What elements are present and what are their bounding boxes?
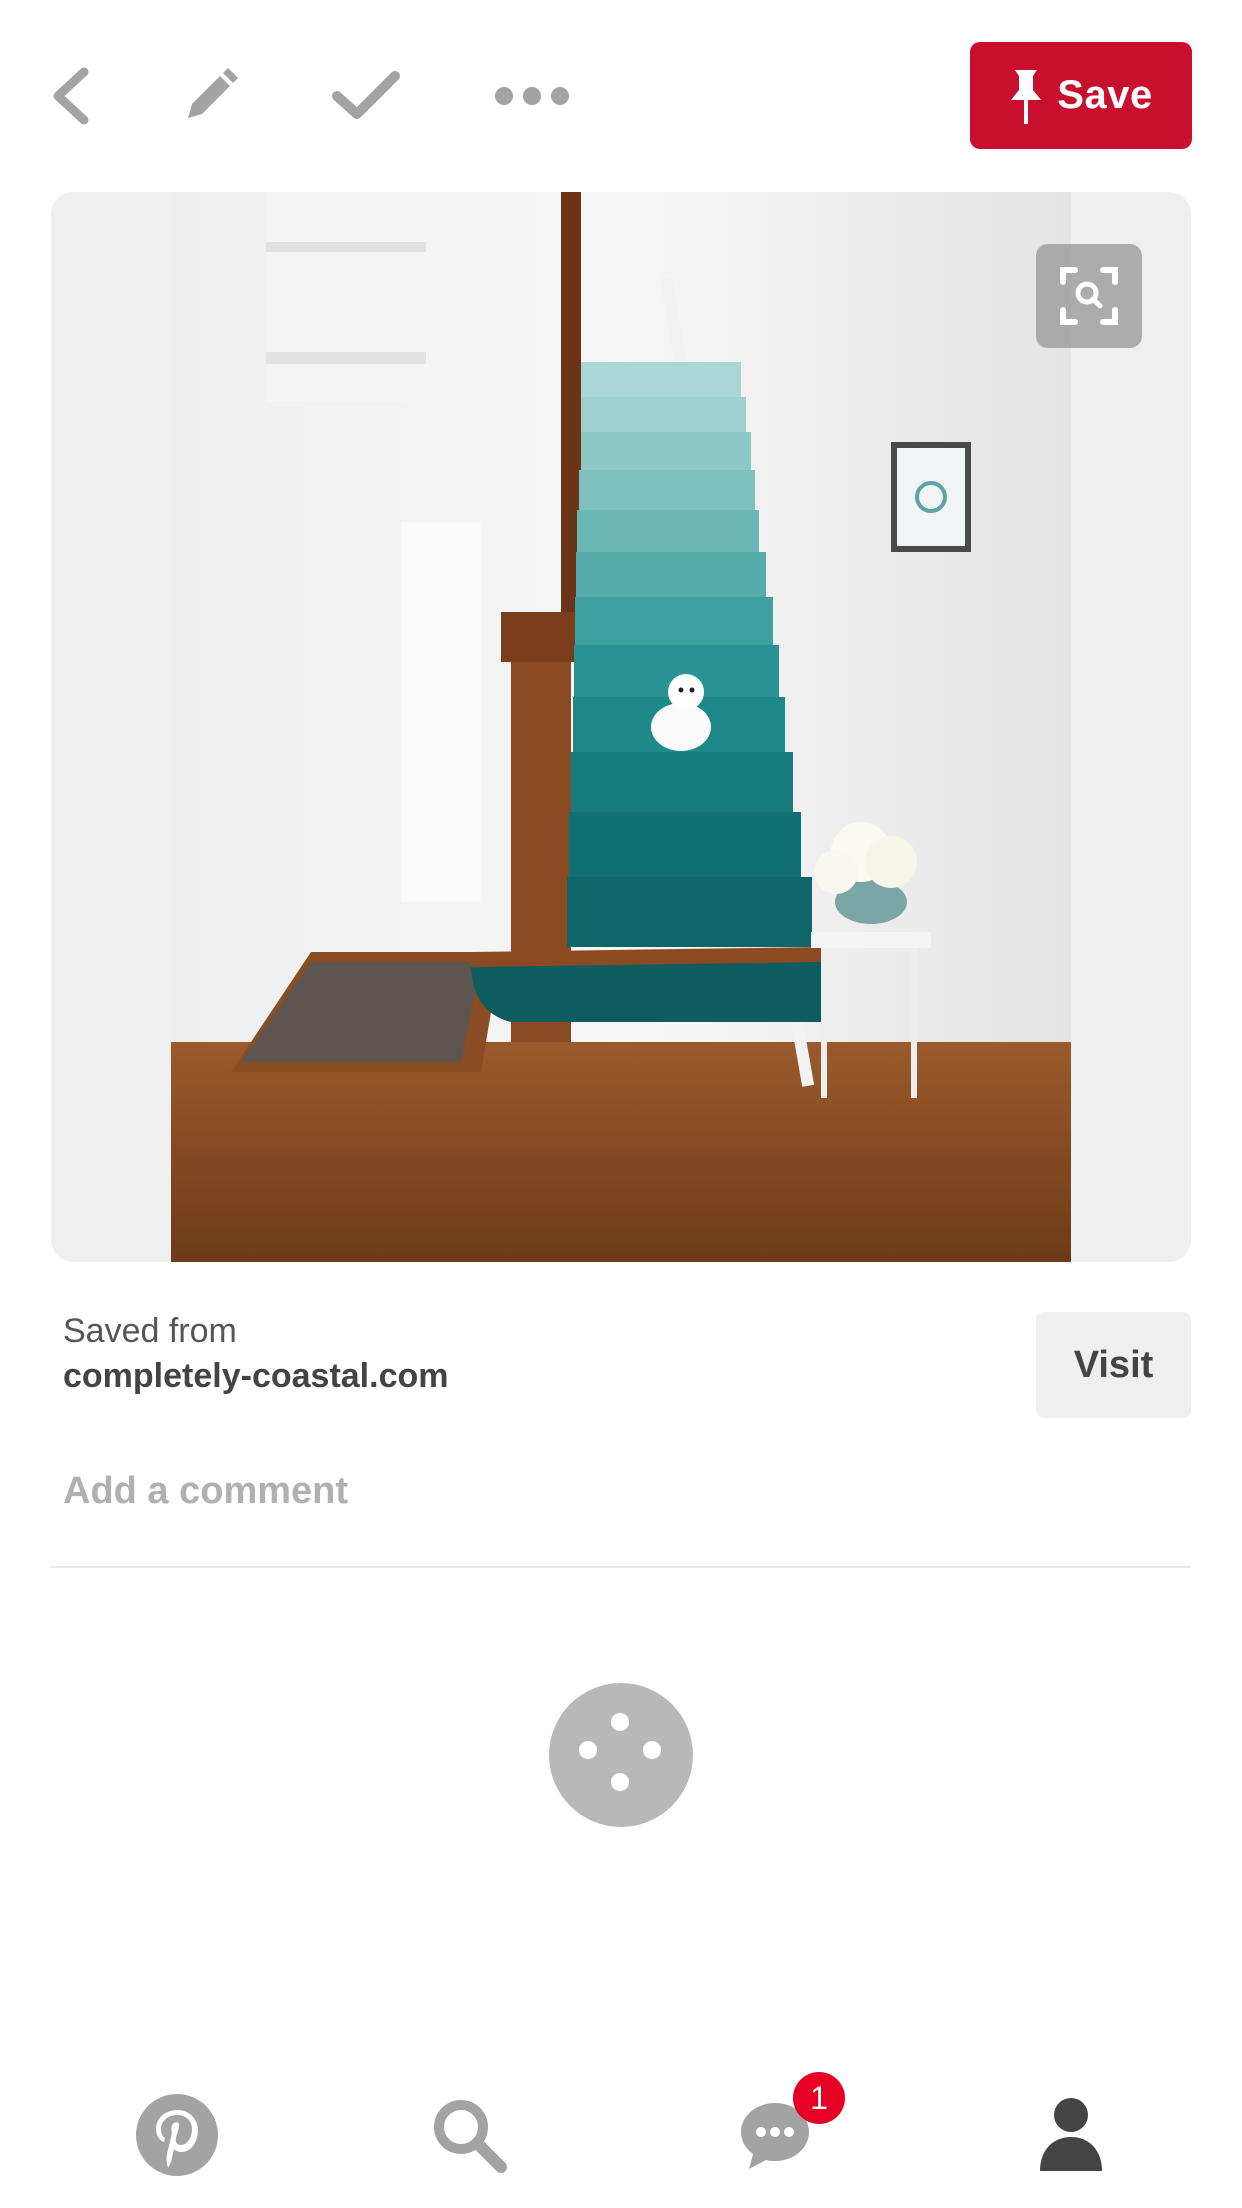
visual-search-icon [1060,267,1118,325]
edit-button[interactable] [172,58,248,134]
pushpin-icon [1011,69,1042,124]
pencil-icon [188,68,238,118]
divider [51,1566,1191,1568]
tab-home[interactable] [122,2080,232,2190]
pinterest-logo-icon [136,2094,218,2176]
save-label: Save [1057,73,1153,117]
tab-search[interactable] [414,2080,524,2190]
pin-source: Saved from completely-coastal.com [63,1312,448,1396]
loading-spinner [549,1683,693,1827]
tab-profile[interactable] [1016,2080,1126,2190]
save-button[interactable]: Save [970,42,1192,149]
pin-photo [171,192,1071,1262]
done-button[interactable] [328,58,404,134]
bottom-tab-bar [0,2060,1242,2208]
pin-image-card[interactable] [51,192,1191,1262]
ellipsis-icon [495,87,569,105]
notification-badge: 1 [793,2072,845,2124]
more-button[interactable] [494,58,570,134]
source-domain-link[interactable]: completely-coastal.com [63,1357,448,1396]
profile-icon [1040,2098,1102,2171]
checkmark-icon [332,71,400,119]
add-comment-input[interactable]: Add a comment [63,1470,348,1513]
saved-from-label: Saved from [63,1312,237,1350]
visual-search-button[interactable] [1036,244,1142,348]
search-icon [434,2100,507,2173]
chevron-left-icon [53,67,89,125]
visit-button[interactable]: Visit [1036,1312,1191,1418]
back-button[interactable] [32,58,108,134]
top-toolbar: Save [0,0,1242,190]
